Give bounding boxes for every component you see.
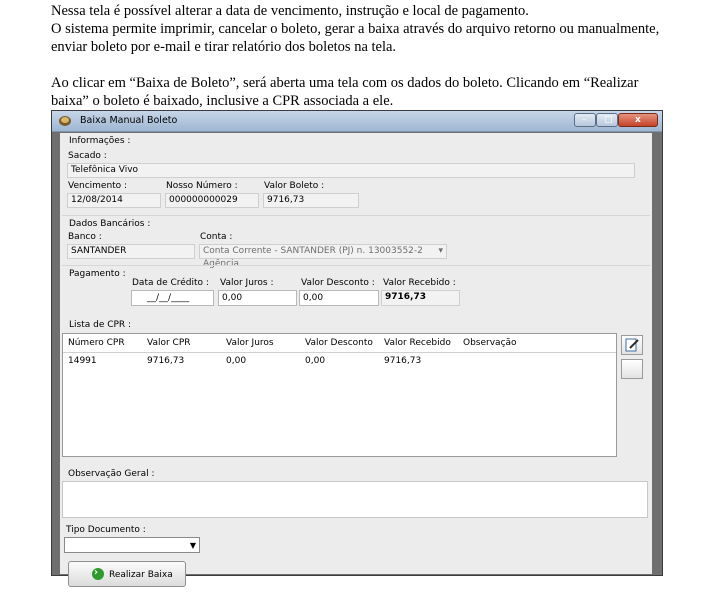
edit-icon	[625, 338, 639, 352]
realizar-baixa-button[interactable]: › Realizar Baixa	[68, 561, 186, 587]
doc-paragraph-line: Ao clicar em “Baixa de Boleto”, será abe…	[51, 75, 639, 91]
banco-value: SANTANDER	[71, 246, 127, 256]
juros-input[interactable]: 0,00	[218, 290, 297, 306]
window-titlebar[interactable]: Baixa Manual Boleto – □ x	[52, 111, 662, 132]
cpr-recebido-cell: 9716,73	[384, 356, 422, 366]
doc-paragraph-line: Nessa tela é possível alterar a data de …	[51, 3, 529, 19]
close-button[interactable]: x	[618, 113, 658, 127]
minimize-icon: –	[582, 115, 587, 125]
window-title: Baixa Manual Boleto	[80, 115, 178, 126]
window-client-area: Informações : Sacado : Telefônica Vivo V…	[60, 133, 652, 587]
banco-field: SANTANDER	[67, 244, 195, 259]
data-credito-value: __/__/____	[147, 293, 190, 303]
desconto-label: Valor Desconto :	[301, 278, 375, 288]
vencimento-value: 12/08/2014	[71, 195, 123, 205]
chevron-down-icon: ▾	[438, 246, 443, 256]
vencimento-label: Vencimento :	[68, 181, 128, 191]
nosso-numero-value: 000000000029	[169, 195, 238, 205]
recebido-label: Valor Recebido :	[383, 278, 456, 288]
cpr-section-label: Lista de CPR :	[69, 320, 132, 330]
recebido-value: 9716,73	[385, 292, 426, 302]
banco-label: Banco :	[68, 232, 102, 242]
maximize-icon: □	[604, 115, 613, 125]
bank-section-label: Dados Bancários :	[69, 219, 151, 229]
column-header[interactable]: Valor Recebido	[384, 338, 451, 348]
recebido-field: 9716,73	[381, 290, 460, 306]
column-header[interactable]: Valor Juros	[226, 338, 274, 348]
cpr-juros-cell: 0,00	[226, 356, 247, 366]
cpr-desconto-cell: 0,00	[305, 356, 326, 366]
doc-paragraph-line: baixa” o boleto é baixado, inclusive a C…	[51, 93, 394, 109]
cpr-table-header: Número CPR Valor CPR Valor Juros Valor D…	[63, 334, 616, 353]
sacado-value: Telefônica Vivo	[71, 165, 139, 175]
vencimento-field: 12/08/2014	[67, 193, 161, 208]
observacao-textarea[interactable]	[62, 481, 648, 518]
app-icon	[59, 116, 71, 126]
info-section-label: Informações :	[69, 136, 131, 146]
valor-boleto-label: Valor Boleto :	[264, 181, 325, 191]
doc-paragraph-line: O sistema permite imprimir, cancelar o b…	[51, 21, 660, 37]
tipo-documento-label: Tipo Documento :	[66, 525, 146, 535]
payment-section-label: Pagamento :	[69, 269, 126, 279]
baixa-manual-window: Baixa Manual Boleto – □ x Informações : …	[51, 110, 663, 587]
cpr-table[interactable]: Número CPR Valor CPR Valor Juros Valor D…	[62, 333, 617, 457]
maximize-button[interactable]: □	[596, 113, 618, 127]
chevron-down-icon: ▼	[189, 541, 196, 550]
column-header[interactable]: Número CPR	[68, 338, 125, 348]
juros-label: Valor Juros :	[220, 278, 274, 288]
doc-paragraph-line: enviar boleto por e-mail e tirar relatór…	[51, 39, 397, 55]
desconto-value: 0,00	[303, 293, 324, 303]
valor-boleto-value: 9716,73	[267, 195, 305, 205]
sacado-field: Telefônica Vivo	[67, 163, 635, 178]
cpr-numero-cell: 14991	[68, 356, 97, 366]
divider	[62, 265, 650, 266]
ok-icon: ›	[92, 567, 104, 580]
close-icon: x	[635, 115, 641, 125]
cpr-valor-cell: 9716,73	[147, 356, 185, 366]
valor-boleto-field: 9716,73	[263, 193, 359, 208]
juros-value: 0,00	[222, 293, 243, 303]
edit-cpr-button[interactable]	[621, 335, 643, 355]
column-header[interactable]: Valor Desconto	[305, 338, 373, 348]
data-credito-input[interactable]: __/__/____	[131, 290, 214, 306]
nosso-numero-field: 000000000029	[165, 193, 259, 208]
divider	[62, 215, 650, 216]
column-header[interactable]: Observação	[463, 338, 517, 348]
minimize-button[interactable]: –	[574, 113, 596, 127]
cpr-action-button[interactable]	[621, 359, 643, 379]
tipo-documento-select[interactable]: ▼	[64, 537, 200, 553]
obs-label: Observação Geral :	[68, 469, 155, 479]
conta-select[interactable]: Conta Corrente - SANTANDER (PJ) n. 13003…	[199, 244, 447, 269]
sacado-label: Sacado :	[68, 151, 107, 161]
column-header[interactable]: Valor CPR	[147, 338, 191, 348]
realizar-baixa-label: Realizar Baixa	[109, 570, 173, 580]
conta-label: Conta :	[200, 232, 233, 242]
data-credito-label: Data de Crédito :	[132, 278, 209, 288]
nosso-numero-label: Nosso Número :	[166, 181, 238, 191]
desconto-input[interactable]: 0,00	[299, 290, 379, 306]
table-row[interactable]: 14991 9716,73 0,00 0,00 9716,73	[63, 353, 616, 369]
